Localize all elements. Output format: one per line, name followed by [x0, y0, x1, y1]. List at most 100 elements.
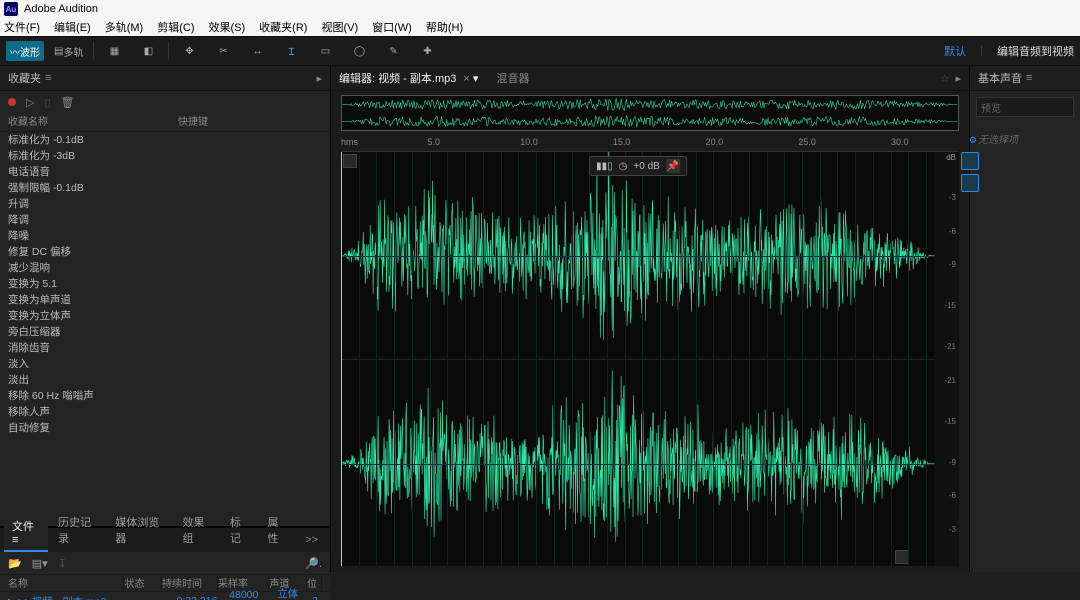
menu-lines-icon[interactable]: ≡ — [45, 72, 51, 84]
close-icon[interactable]: × — [463, 73, 469, 85]
editor-tab[interactable]: 编辑器: 视频 - 副本.mp3 × ▾ — [339, 70, 478, 86]
menu-multitrack[interactable]: 多轨(M) — [105, 19, 144, 35]
menu-effects[interactable]: 效果(S) — [209, 19, 246, 35]
file-name: 视频 - 副本.mp3 — [32, 594, 142, 600]
workspace-divider: | — [980, 45, 983, 57]
panel-menu-icon[interactable]: ▸ — [316, 72, 322, 85]
files-search-icon[interactable]: 🔎. — [305, 557, 322, 570]
toolbar-divider — [93, 42, 94, 60]
db-scale-left-ch: dB -3 -6 -9 -15 -21 -21 -15 -9 -6 -3 — [935, 152, 959, 566]
mixer-tab[interactable]: 混音器 — [496, 70, 529, 86]
channel-r-button[interactable] — [961, 174, 979, 192]
favorite-item[interactable]: 强制限幅 -0.1dB — [0, 180, 330, 196]
files-col-name[interactable]: 名称 — [8, 575, 124, 591]
preset-search-input[interactable]: 预览 — [976, 97, 1074, 117]
tool-brush-icon[interactable]: ✎ — [379, 41, 407, 61]
files-col-status[interactable]: 状态 — [124, 575, 162, 591]
favorite-item[interactable]: 标准化为 -3dB — [0, 148, 330, 164]
favorite-item[interactable]: 升调 — [0, 196, 330, 212]
play-favorite-icon[interactable]: ▷ — [26, 96, 34, 109]
new-file-icon[interactable]: ▤▾ — [32, 557, 48, 570]
tool-razor-icon[interactable]: ✂ — [209, 41, 237, 61]
menu-view[interactable]: 视图(V) — [321, 19, 358, 35]
tool-heal-icon[interactable]: ✚ — [413, 41, 441, 61]
stop-favorite-icon[interactable]: ▯ — [44, 96, 50, 109]
favorite-item[interactable]: 降噪 — [0, 228, 330, 244]
ruler-settings-icon[interactable]: ⚙ — [969, 135, 977, 146]
favorite-item[interactable]: 自动修复 — [0, 420, 330, 436]
menu-help[interactable]: 帮助(H) — [426, 19, 463, 35]
menu-edit[interactable]: 编辑(E) — [54, 19, 91, 35]
favorite-item[interactable]: 标准化为 -0.1dB — [0, 132, 330, 148]
tool-pitch-icon[interactable]: ◧ — [134, 41, 162, 61]
files-col-duration[interactable]: 持续时间 — [162, 575, 218, 591]
tab-files[interactable]: 文件 ≡ — [4, 514, 48, 552]
tabs-overflow-icon[interactable]: >> — [297, 530, 326, 552]
tool-move-icon[interactable]: ✥ — [175, 41, 203, 61]
expand-icon[interactable]: ▸ — [8, 595, 13, 600]
app-logo: Au — [4, 2, 18, 16]
tool-time-select-icon[interactable]: Ɪ — [277, 41, 305, 61]
favorite-item[interactable]: 淡出 — [0, 372, 330, 388]
channel-l-button[interactable] — [961, 152, 979, 170]
tab-properties[interactable]: 属性 — [260, 510, 296, 552]
hud-pin-icon[interactable]: 📌 — [666, 159, 680, 173]
favorite-item[interactable]: 变换为单声道 — [0, 292, 330, 308]
tab-history[interactable]: 历史记录 — [50, 510, 105, 552]
favorite-item[interactable]: 淡入 — [0, 356, 330, 372]
workspace-default[interactable]: 默认 — [944, 43, 966, 59]
menu-bar: 文件(F) 编辑(E) 多轨(M) 剪辑(C) 效果(S) 收藏夹(R) 视图(… — [0, 18, 1080, 36]
waveform-editor[interactable]: ▮▮▯ ◷ +0 dB 📌 dB -3 -6 -9 -15 -21 — [341, 152, 959, 566]
delete-favorite-icon[interactable]: 🗑 — [61, 96, 75, 109]
tab-markers[interactable]: 标记 — [222, 510, 258, 552]
menu-file[interactable]: 文件(F) — [4, 19, 40, 35]
favorite-item[interactable]: 消除齿音 — [0, 340, 330, 356]
tool-lasso-icon[interactable]: ◯ — [345, 41, 373, 61]
time-ruler[interactable]: hms 5.0 10.0 15.0 20.0 25.0 30.0 ⚙ — [341, 135, 959, 152]
favorite-item[interactable]: 移除 60 Hz 嗡嗡声 — [0, 388, 330, 404]
menu-clip[interactable]: 剪辑(C) — [157, 19, 194, 35]
dropdown-icon[interactable]: ▾ — [473, 73, 479, 85]
ruler-unit: hms — [341, 137, 358, 147]
star-icon[interactable]: ☆ — [940, 72, 950, 85]
menu-window[interactable]: 窗口(W) — [372, 19, 412, 35]
view-waveform-button[interactable]: 〰 波形 — [6, 41, 44, 61]
favorite-item[interactable]: 旁白压缩器 — [0, 324, 330, 340]
favorite-item[interactable]: 变换为立体声 — [0, 308, 330, 324]
favorite-item[interactable]: 变换为 5.1 — [0, 276, 330, 292]
waveform-file-icon: ⊶ — [17, 595, 28, 600]
app-title: Adobe Audition — [24, 3, 98, 15]
panel-menu-icon[interactable]: ▸ — [955, 72, 961, 85]
file-channels: 立体声 — [277, 586, 312, 600]
tab-media-browser[interactable]: 媒体浏览器 — [107, 510, 172, 552]
file-row[interactable]: ▸ ⊶ 视频 - 副本.mp3 0:33.216 48000 Hz 立体声 3 — [0, 592, 330, 600]
view-multitrack-button[interactable]: ▤ 多轨 — [50, 41, 87, 61]
favorites-list: 标准化为 -0.1dB标准化为 -3dB电话语音强制限幅 -0.1dB升调降调降… — [0, 132, 330, 526]
favorite-item[interactable]: 降调 — [0, 212, 330, 228]
tool-spectral-icon[interactable]: ▦ — [100, 41, 128, 61]
favorites-col-shortcut: 快捷键 — [178, 113, 208, 131]
essential-sound-panel: 基本声音 ≡ 预览 无选择项 — [969, 66, 1080, 572]
menu-favorites[interactable]: 收藏夹(R) — [259, 19, 307, 35]
favorite-item[interactable]: 修复 DC 偏移 — [0, 244, 330, 260]
file-bit: 3 — [312, 595, 322, 600]
open-file-icon[interactable]: 📂 — [8, 557, 22, 570]
tab-effects-rack[interactable]: 效果组 — [174, 510, 219, 552]
file-duration: 0:33.216 — [177, 595, 230, 600]
tool-marquee-icon[interactable]: ▭ — [311, 41, 339, 61]
essential-sound-title: 基本声音 — [978, 70, 1022, 86]
title-bar: Au Adobe Audition — [0, 0, 1080, 18]
favorite-item[interactable]: 减少混响 — [0, 260, 330, 276]
file-rate: 48000 Hz — [229, 589, 277, 600]
tool-slip-icon[interactable]: ↔ — [243, 41, 271, 61]
hud-volume[interactable]: ▮▮▯ ◷ +0 dB 📌 — [589, 156, 687, 176]
overview-waveform[interactable] — [341, 95, 959, 131]
favorite-item[interactable]: 电话语音 — [0, 164, 330, 180]
favorite-item[interactable]: 移除人声 — [0, 404, 330, 420]
playhead[interactable] — [341, 152, 342, 566]
import-icon[interactable]: ↧ — [58, 557, 67, 570]
hud-bars-icon: ▮▮▯ — [596, 161, 613, 172]
record-favorite-icon[interactable] — [8, 98, 16, 106]
workspace-name[interactable]: 编辑音频到视频 — [997, 43, 1074, 59]
menu-lines-icon[interactable]: ≡ — [1026, 72, 1032, 84]
